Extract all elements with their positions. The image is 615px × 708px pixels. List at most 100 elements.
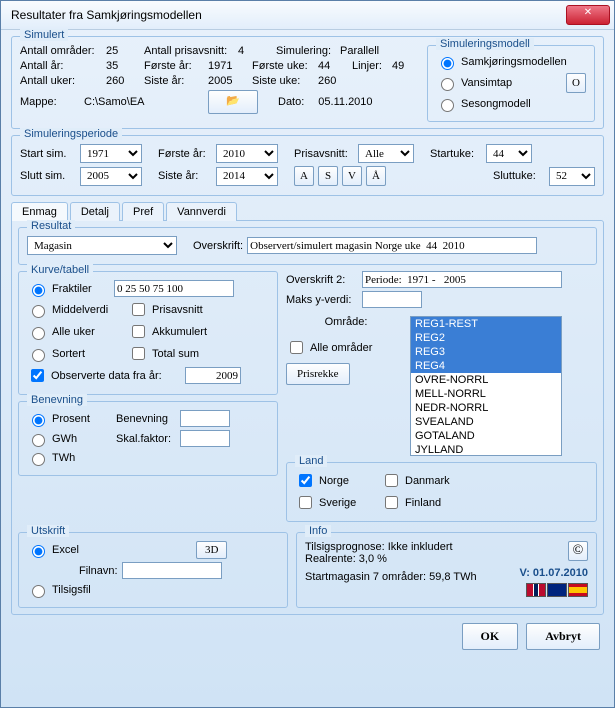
alleuker-radio[interactable] bbox=[32, 327, 45, 340]
simperiode-group: Simuleringsperiode Start sim. 1971 Først… bbox=[11, 135, 604, 196]
simmodell-legend: Simuleringsmodell bbox=[436, 38, 534, 50]
overskrift2-input[interactable] bbox=[362, 271, 562, 288]
alle-omrader-check[interactable] bbox=[290, 341, 303, 354]
3d-button[interactable]: 3D bbox=[196, 541, 227, 559]
antall-prisavsnitt-value: 4 bbox=[238, 45, 272, 57]
tab-bar: Enmag Detalj Pref Vannverdi bbox=[11, 202, 604, 221]
resultat-select[interactable]: Magasin bbox=[27, 236, 177, 255]
list-item[interactable]: REG2 bbox=[411, 331, 561, 345]
benevning-legend: Benevning bbox=[27, 394, 87, 406]
danmark-check[interactable] bbox=[385, 474, 398, 487]
land-legend: Land bbox=[295, 455, 327, 467]
middelverdi-label: Middelverdi bbox=[52, 304, 124, 316]
sortert-radio[interactable] bbox=[32, 349, 45, 362]
list-item[interactable]: REG1-REST bbox=[411, 317, 561, 331]
aa-button[interactable]: Å bbox=[366, 166, 386, 186]
samkjoring-radio[interactable] bbox=[441, 57, 454, 70]
gwh-radio[interactable] bbox=[32, 434, 45, 447]
tab-pref[interactable]: Pref bbox=[122, 202, 164, 221]
list-item[interactable]: JYLLAND bbox=[411, 443, 561, 456]
prisavsnitt-check[interactable] bbox=[132, 303, 145, 316]
simulering-value: Parallell bbox=[340, 45, 379, 57]
benevning-input[interactable] bbox=[180, 410, 230, 427]
antall-omrader-label: Antall områder: bbox=[20, 45, 102, 57]
start-sim-select[interactable]: 1971 bbox=[80, 144, 142, 163]
alleuker-label: Alle uker bbox=[52, 326, 124, 338]
list-item[interactable]: MELL-NORRL bbox=[411, 387, 561, 401]
middelverdi-radio[interactable] bbox=[32, 305, 45, 318]
prisrekke-button[interactable]: Prisrekke bbox=[286, 363, 350, 385]
ok-button[interactable]: OK bbox=[462, 623, 519, 650]
totalsum-check[interactable] bbox=[132, 347, 145, 360]
antall-ar-label: Antall år: bbox=[20, 60, 102, 72]
antall-ar-value: 35 bbox=[106, 60, 140, 72]
omrade-listbox[interactable]: REG1-REST REG2 REG3 REG4 OVRE-NORRL MELL… bbox=[410, 316, 562, 456]
observerte-check[interactable] bbox=[31, 369, 44, 382]
v-button[interactable]: V bbox=[342, 166, 362, 186]
norge-check[interactable] bbox=[299, 474, 312, 487]
maksy-input[interactable] bbox=[362, 291, 422, 308]
s-button[interactable]: S bbox=[318, 166, 338, 186]
siste-ar-select[interactable]: 2014 bbox=[216, 167, 278, 186]
slutt-sim-select[interactable]: 2005 bbox=[80, 167, 142, 186]
flag-es-icon[interactable] bbox=[568, 583, 588, 597]
a-button[interactable]: A bbox=[294, 166, 314, 186]
kurve-legend: Kurve/tabell bbox=[27, 264, 93, 276]
simulert-group: Simulert Antall områder: 25 Antall prisa… bbox=[11, 36, 604, 129]
filnavn-label: Filnavn: bbox=[79, 565, 118, 577]
fraktiler-radio[interactable] bbox=[32, 284, 45, 297]
finland-check[interactable] bbox=[385, 496, 398, 509]
gwh-label: GWh bbox=[52, 433, 112, 445]
tab-detalj[interactable]: Detalj bbox=[70, 202, 120, 221]
fraktiler-input[interactable] bbox=[114, 280, 234, 297]
mappe-value: C:\Samo\EA bbox=[84, 96, 204, 108]
twh-radio[interactable] bbox=[32, 453, 45, 466]
startuke-select[interactable]: 44 bbox=[486, 144, 532, 163]
vansimtap-label: Vansimtap bbox=[461, 77, 512, 89]
antall-prisavsnitt-label: Antall prisavsnitt: bbox=[144, 45, 234, 57]
flag-no-icon[interactable] bbox=[526, 583, 546, 597]
totalsum-label: Total sum bbox=[152, 348, 199, 360]
sluttuke-select[interactable]: 52 bbox=[549, 167, 595, 186]
flag-uk-icon[interactable] bbox=[547, 583, 567, 597]
start-sim-label: Start sim. bbox=[20, 148, 76, 160]
browse-folder-button[interactable]: 📂 bbox=[208, 90, 258, 114]
vansimtap-radio[interactable] bbox=[441, 78, 454, 91]
prisavsnitt-select[interactable]: Alle bbox=[358, 144, 414, 163]
prosent-radio[interactable] bbox=[32, 414, 45, 427]
tilsigsfil-label: Tilsigsfil bbox=[52, 584, 91, 596]
siste-uke-value: 260 bbox=[318, 75, 336, 87]
prisavsnitt-check-label: Prisavsnitt bbox=[152, 304, 203, 316]
finland-label: Finland bbox=[405, 497, 441, 509]
window-title: Resultater fra Samkjøringsmodellen bbox=[5, 8, 566, 22]
linjer-value: 49 bbox=[392, 60, 404, 72]
close-button[interactable]: ✕ bbox=[566, 5, 610, 25]
tab-enmag[interactable]: Enmag bbox=[11, 202, 68, 221]
list-item[interactable]: NEDR-NORRL bbox=[411, 401, 561, 415]
akkumulert-check[interactable] bbox=[132, 325, 145, 338]
antall-omrader-value: 25 bbox=[106, 45, 140, 57]
list-item[interactable]: OVRE-NORRL bbox=[411, 373, 561, 387]
tilsigsfil-radio[interactable] bbox=[32, 585, 45, 598]
skalfaktor-input[interactable] bbox=[180, 430, 230, 447]
observerte-ar-input[interactable] bbox=[185, 367, 241, 384]
info-legend: Info bbox=[305, 525, 331, 537]
list-item[interactable]: GOTALAND bbox=[411, 429, 561, 443]
info-line2: Realrente: 3,0 % bbox=[305, 553, 519, 565]
info-line1: Tilsigsprognose: Ikke inkludert bbox=[305, 541, 519, 553]
forste-ar-select[interactable]: 2010 bbox=[216, 144, 278, 163]
sverige-check[interactable] bbox=[299, 496, 312, 509]
list-item[interactable]: REG4 bbox=[411, 359, 561, 373]
filnavn-input[interactable] bbox=[122, 562, 222, 579]
twh-label: TWh bbox=[52, 452, 75, 464]
excel-radio[interactable] bbox=[32, 545, 45, 558]
sesongmodell-radio[interactable] bbox=[441, 99, 454, 112]
overskrift-input[interactable] bbox=[247, 237, 537, 254]
resultat-group: Resultat Magasin Overskrift: bbox=[18, 227, 597, 265]
o-button[interactable]: O bbox=[566, 73, 586, 93]
list-item[interactable]: SVEALAND bbox=[411, 415, 561, 429]
tab-vannverdi[interactable]: Vannverdi bbox=[166, 202, 237, 221]
avbryt-button[interactable]: Avbryt bbox=[526, 623, 600, 650]
list-item[interactable]: REG3 bbox=[411, 345, 561, 359]
copyright-button[interactable]: © bbox=[568, 541, 588, 561]
